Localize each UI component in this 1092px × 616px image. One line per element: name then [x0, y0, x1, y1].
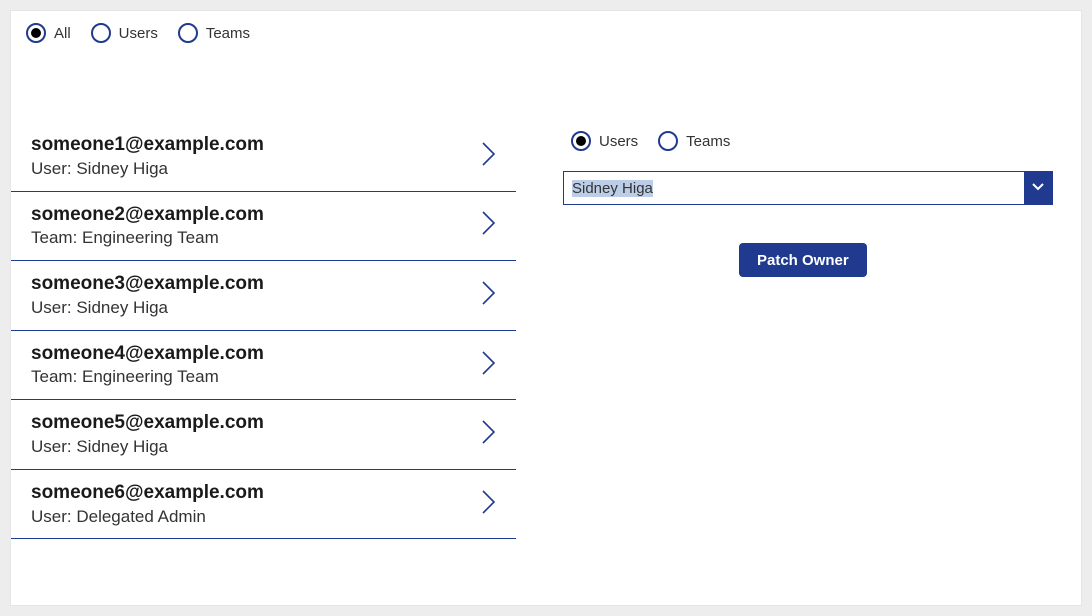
radio-users-top-circle [91, 23, 111, 43]
list-item-text: someone2@example.comTeam: Engineering Te… [31, 202, 264, 251]
owner-combobox[interactable]: Sidney Higa [563, 171, 1053, 205]
list-item-text: someone3@example.comUser: Sidney Higa [31, 271, 264, 320]
patch-owner-button[interactable]: Patch Owner [739, 243, 867, 277]
radio-all-circle [26, 23, 46, 43]
chevron-right-icon [480, 209, 498, 242]
owner-combobox-button[interactable] [1024, 172, 1052, 204]
list-item-sub: Team: Engineering Team [31, 366, 264, 389]
list-item-sub: Team: Engineering Team [31, 227, 264, 250]
list-item-text: someone1@example.comUser: Sidney Higa [31, 132, 264, 181]
owner-combobox-text: Sidney Higa [564, 172, 1024, 204]
list-item[interactable]: someone6@example.comUser: Delegated Admi… [11, 470, 516, 540]
filter-radio-group-top: All Users Teams [26, 23, 250, 43]
list-item-email: someone1@example.com [31, 132, 264, 158]
list-item[interactable]: someone5@example.comUser: Sidney Higa [11, 400, 516, 470]
radio-teams-top[interactable]: Teams [178, 23, 250, 43]
radio-teams-right-label: Teams [686, 133, 730, 150]
list-item-text: someone4@example.comTeam: Engineering Te… [31, 341, 264, 390]
list-item-email: someone3@example.com [31, 271, 264, 297]
radio-users-right[interactable]: Users [571, 131, 638, 151]
records-list-wrap: someone1@example.comUser: Sidney Higasom… [11, 121, 516, 606]
list-item-text: someone5@example.comUser: Sidney Higa [31, 410, 264, 459]
radio-users-right-circle [571, 131, 591, 151]
chevron-right-icon [480, 418, 498, 451]
owner-patch-panel: All Users Teams someone1@example.comUser… [10, 10, 1082, 606]
list-item-email: someone6@example.com [31, 480, 264, 506]
list-item-sub: User: Delegated Admin [31, 506, 264, 529]
radio-all-label: All [54, 25, 71, 42]
radio-users-top-label: Users [119, 25, 158, 42]
list-item-sub: User: Sidney Higa [31, 436, 264, 459]
radio-all[interactable]: All [26, 23, 71, 43]
radio-teams-top-circle [178, 23, 198, 43]
list-item-text: someone6@example.comUser: Delegated Admi… [31, 480, 264, 529]
records-list[interactable]: someone1@example.comUser: Sidney Higasom… [11, 121, 516, 606]
chevron-right-icon [480, 279, 498, 312]
list-item[interactable]: someone2@example.comTeam: Engineering Te… [11, 192, 516, 262]
list-item-sub: User: Sidney Higa [31, 297, 264, 320]
list-item-email: someone2@example.com [31, 202, 264, 228]
list-item[interactable]: someone4@example.comTeam: Engineering Te… [11, 331, 516, 401]
list-item[interactable]: someone1@example.comUser: Sidney Higa [11, 121, 516, 192]
radio-teams-top-label: Teams [206, 25, 250, 42]
radio-users-right-label: Users [599, 133, 638, 150]
list-item-sub: User: Sidney Higa [31, 158, 264, 181]
radio-users-top[interactable]: Users [91, 23, 158, 43]
filter-radio-group-right: Users Teams [571, 131, 730, 151]
radio-teams-right-circle [658, 131, 678, 151]
owner-combobox-value: Sidney Higa [572, 180, 653, 197]
list-item-email: someone5@example.com [31, 410, 264, 436]
list-item[interactable]: someone3@example.comUser: Sidney Higa [11, 261, 516, 331]
chevron-right-icon [480, 488, 498, 521]
list-item-email: someone4@example.com [31, 341, 264, 367]
chevron-right-icon [480, 140, 498, 173]
chevron-right-icon [480, 349, 498, 382]
radio-teams-right[interactable]: Teams [658, 131, 730, 151]
chevron-down-icon [1031, 179, 1045, 198]
